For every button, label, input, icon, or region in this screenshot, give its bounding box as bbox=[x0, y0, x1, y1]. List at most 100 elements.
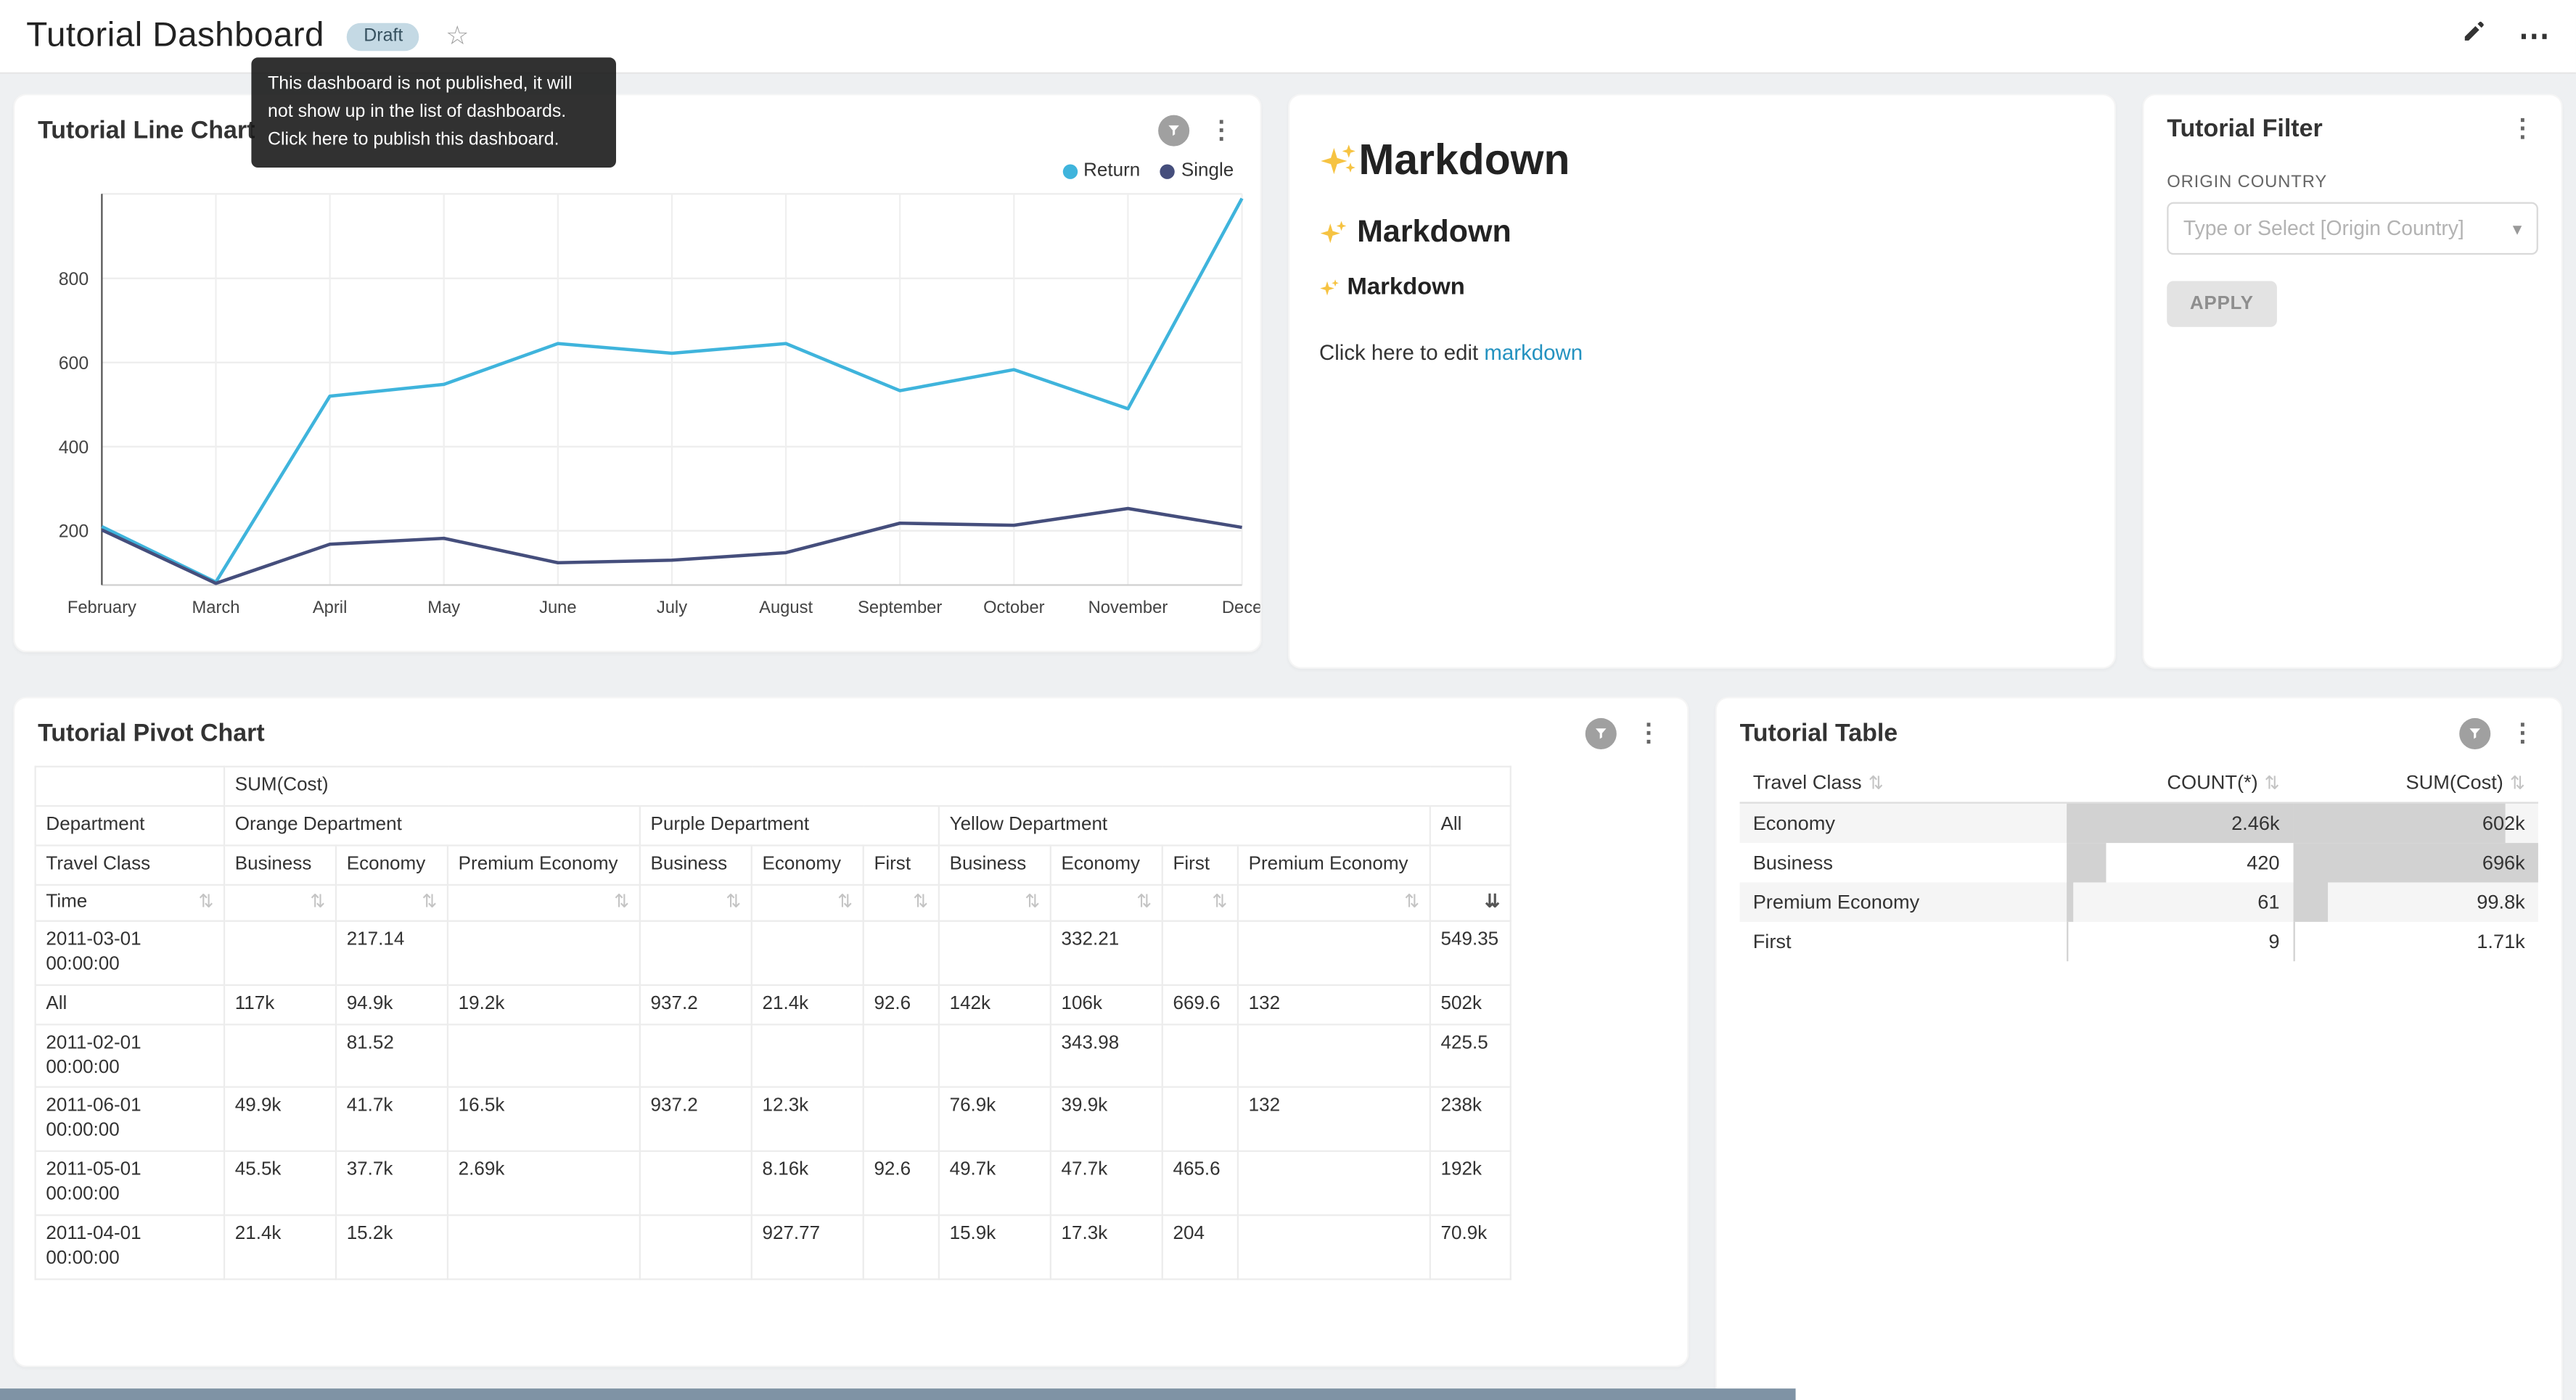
pivot-value-cell: 238k bbox=[1430, 1087, 1511, 1151]
kebab-menu-icon[interactable]: ⋮ bbox=[2507, 117, 2538, 141]
markdown-h3-text: Markdown bbox=[1347, 274, 1464, 300]
svg-text:Dece: Dece bbox=[1222, 598, 1262, 617]
sort-icon[interactable]: ⇅ bbox=[1404, 892, 1419, 912]
pivot-value-cell: 2.69k bbox=[448, 1152, 640, 1216]
pivot-value-cell: 45.5k bbox=[224, 1152, 336, 1216]
markdown-edit-link[interactable]: markdown bbox=[1484, 340, 1583, 365]
pivot-group-header[interactable]: All bbox=[1430, 806, 1511, 845]
sparkles-icon bbox=[1319, 218, 1349, 248]
pivot-sort-cell[interactable]: ⇅ bbox=[752, 884, 864, 921]
cell-value: 99.8k bbox=[2477, 891, 2524, 914]
filter-indicator-icon[interactable] bbox=[1586, 718, 1617, 749]
pivot-subcolumn-header[interactable]: First bbox=[864, 845, 939, 884]
sort-icon[interactable]: ⇅ bbox=[1869, 774, 1884, 794]
pivot-value-cell: 41.7k bbox=[336, 1087, 448, 1151]
pivot-subcolumn-header[interactable]: Economy bbox=[752, 845, 864, 884]
pivot-subcolumn-header[interactable]: First bbox=[1162, 845, 1238, 884]
cell-value: 602k bbox=[2482, 812, 2525, 835]
pivot-group-header[interactable]: Yellow Department bbox=[939, 806, 1430, 845]
svg-text:800: 800 bbox=[59, 269, 89, 289]
pivot-subcolumn-header[interactable]: Premium Economy bbox=[448, 845, 640, 884]
favorite-star-icon[interactable]: ☆ bbox=[446, 20, 469, 52]
pivot-subcolumn-header[interactable]: Business bbox=[939, 845, 1051, 884]
pivot-group-header[interactable]: Orange Department bbox=[224, 806, 640, 845]
pivot-sort-cell[interactable]: ⇅ bbox=[1051, 884, 1162, 921]
pivot-group-header[interactable]: Purple Department bbox=[640, 806, 939, 845]
chevron-down-icon: ▾ bbox=[2513, 218, 2522, 239]
kebab-menu-icon[interactable]: ⋮ bbox=[1633, 721, 1664, 746]
cell-value: 696k bbox=[2482, 851, 2525, 874]
pivot-subcolumn-header[interactable]: Premium Economy bbox=[1238, 845, 1430, 884]
pivot-sort-cell[interactable]: ⇅ bbox=[336, 884, 448, 921]
sort-icon[interactable]: ⇅ bbox=[614, 892, 629, 912]
pivot-value-cell: 927.77 bbox=[752, 1216, 864, 1280]
pivot-value-cell bbox=[640, 1024, 752, 1087]
svg-text:July: July bbox=[657, 598, 687, 617]
pivot-subcolumn-header[interactable] bbox=[1430, 845, 1511, 884]
pivot-value-cell: 142k bbox=[939, 984, 1051, 1024]
pivot-row: 2011-05-01 00:00:0045.5k37.7k2.69k8.16k9… bbox=[36, 1152, 1511, 1216]
sort-icon[interactable]: ⇅ bbox=[2265, 774, 2280, 794]
value-cell: 1.71k bbox=[2293, 922, 2538, 961]
horizontal-scrollbar-thumb[interactable] bbox=[0, 1388, 1796, 1400]
pivot-value-cell bbox=[1238, 1216, 1430, 1280]
pivot-sort-cell[interactable]: ⇅ bbox=[939, 884, 1051, 921]
table-row: Business420696k bbox=[1740, 843, 2538, 882]
pivot-value-cell: 81.52 bbox=[336, 1024, 448, 1087]
sort-icon[interactable]: ⇅ bbox=[1136, 892, 1152, 912]
pivot-row-label: 2011-04-01 00:00:00 bbox=[36, 1216, 224, 1280]
pivot-row: All117k94.9k19.2k937.221.4k92.6142k106k6… bbox=[36, 984, 1511, 1024]
pivot-value-cell: 15.2k bbox=[336, 1216, 448, 1280]
filter-indicator-icon[interactable] bbox=[2459, 718, 2490, 749]
sort-icon[interactable]: ⇅ bbox=[913, 892, 928, 912]
sort-icon[interactable]: ⇅ bbox=[2510, 774, 2525, 794]
pivot-value-cell bbox=[752, 921, 864, 984]
travel-class-cell: Premium Economy bbox=[1740, 882, 2067, 921]
pivot-row-label: 2011-05-01 00:00:00 bbox=[36, 1152, 224, 1216]
svg-text:200: 200 bbox=[59, 522, 89, 542]
table-column-header[interactable]: SUM(Cost)⇅ bbox=[2293, 762, 2538, 802]
pivot-sort-cell[interactable]: ⇅ bbox=[448, 884, 640, 921]
sort-icon[interactable]: ⇅ bbox=[198, 892, 213, 912]
pivot-sort-cell[interactable]: ⇊ bbox=[1430, 884, 1511, 921]
pivot-subcolumn-header[interactable]: Business bbox=[224, 845, 336, 884]
more-menu-icon[interactable]: ⋯ bbox=[2519, 20, 2550, 52]
sort-icon[interactable]: ⇊ bbox=[1485, 892, 1500, 912]
cell-value: Premium Economy bbox=[1753, 891, 1920, 914]
edit-pencil-icon[interactable] bbox=[2461, 20, 2485, 52]
svg-text:August: August bbox=[759, 598, 813, 617]
cell-bar bbox=[2293, 882, 2328, 921]
pivot-value-cell: 49.7k bbox=[939, 1152, 1051, 1216]
sort-icon[interactable]: ⇅ bbox=[310, 892, 325, 912]
draft-badge[interactable]: Draft bbox=[348, 22, 419, 51]
value-cell: 420 bbox=[2067, 843, 2292, 882]
pivot-subcolumn-header[interactable]: Economy bbox=[1051, 845, 1162, 884]
table-column-header[interactable]: COUNT(*) ⇅ bbox=[2067, 762, 2292, 802]
origin-country-select[interactable]: Type or Select [Origin Country] ▾ bbox=[2167, 202, 2538, 255]
sort-icon[interactable]: ⇅ bbox=[422, 892, 437, 912]
pivot-subcolumn-header[interactable]: Economy bbox=[336, 845, 448, 884]
pivot-sort-cell[interactable]: ⇅ bbox=[224, 884, 336, 921]
pivot-sort-cell[interactable]: ⇅ bbox=[864, 884, 939, 921]
kebab-menu-icon[interactable]: ⋮ bbox=[2507, 721, 2538, 746]
pivot-sort-cell[interactable]: ⇅ bbox=[640, 884, 752, 921]
sort-icon[interactable]: ⇅ bbox=[1025, 892, 1040, 912]
pivot-row-dim-label: Time bbox=[46, 890, 87, 915]
pivot-value-cell bbox=[1162, 1087, 1238, 1151]
pivot-row-dim-header[interactable]: Time ⇅ bbox=[36, 884, 224, 921]
apply-button[interactable]: APPLY bbox=[2167, 281, 2276, 326]
pivot-sort-cell[interactable]: ⇅ bbox=[1238, 884, 1430, 921]
table-column-header[interactable]: Travel Class⇅ bbox=[1740, 762, 2067, 802]
table-card: Tutorial Table ⋮ Travel Class⇅COUNT(*)⇅S… bbox=[1715, 696, 2563, 1400]
sort-icon[interactable]: ⇅ bbox=[726, 892, 741, 912]
pivot-value-cell bbox=[864, 921, 939, 984]
publish-tooltip[interactable]: This dashboard is not published, it will… bbox=[251, 57, 616, 168]
column-label: COUNT(*) bbox=[2167, 770, 2257, 794]
sort-icon[interactable]: ⇅ bbox=[1212, 892, 1227, 912]
sort-icon[interactable]: ⇅ bbox=[837, 892, 853, 912]
pivot-row: 2011-02-01 00:00:0081.52343.98425.5 bbox=[36, 1024, 1511, 1087]
markdown-card: Markdown Markdown Markdown Click here to… bbox=[1288, 94, 2116, 669]
pivot-sort-cell[interactable]: ⇅ bbox=[1162, 884, 1238, 921]
pivot-value-cell: 549.35 bbox=[1430, 921, 1511, 984]
pivot-subcolumn-header[interactable]: Business bbox=[640, 845, 752, 884]
